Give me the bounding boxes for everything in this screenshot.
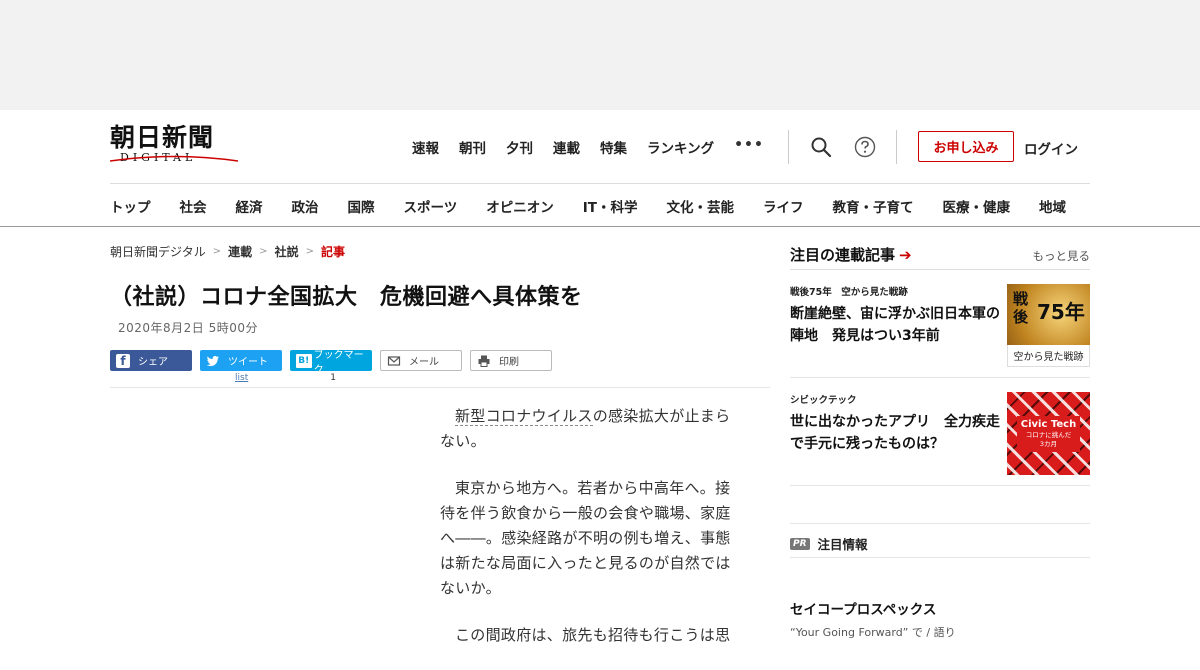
twitter-share-label: ツイート xyxy=(228,357,268,368)
logo-arc-icon xyxy=(110,155,238,162)
hatena-bookmark-button[interactable]: B! ブックマーク xyxy=(290,350,372,376)
divider xyxy=(788,130,789,164)
nav-choukan[interactable]: 朝刊 xyxy=(459,137,486,157)
item-category: 戦後75年 空から見た戦跡 xyxy=(790,287,908,298)
article-body: 新型コロナウイルスの感染拡大が止まらない。 東京から地方へ。若者から中高年へ。接… xyxy=(440,404,745,670)
breadcrumb-separator: > xyxy=(212,246,222,257)
featured-series-header: 注目の連載記事 ➔ もっと見る xyxy=(790,244,1090,270)
cat-life[interactable]: ライフ xyxy=(763,196,804,216)
site-logo[interactable]: 朝日新聞 DIGITAL xyxy=(110,124,240,164)
breadcrumb-current: 記事 xyxy=(320,245,345,259)
breadcrumb-home[interactable]: 朝日新聞デジタル xyxy=(110,243,206,260)
cat-education[interactable]: 教育・子育て xyxy=(832,196,913,216)
cat-health[interactable]: 医療・健康 xyxy=(942,196,1010,216)
cat-culture[interactable]: 文化・芸能 xyxy=(666,196,734,216)
mail-share-button[interactable]: メール xyxy=(380,350,462,371)
facebook-share-button[interactable]: f シェア xyxy=(110,350,192,371)
cat-top[interactable]: トップ xyxy=(110,196,151,216)
item-headline[interactable]: 世に出なかったアプリ 全力疾走で手元に残ったものは？ xyxy=(790,411,1002,455)
logo-subtext: DIGITAL xyxy=(110,152,240,164)
thumb-subtitle: 3カ月 xyxy=(1039,440,1058,448)
category-nav: トップ 社会 経済 政治 国際 スポーツ オピニオン IT・科学 文化・芸能 ラ… xyxy=(0,184,1200,227)
cat-opinion[interactable]: オピニオン xyxy=(486,196,554,216)
pr-section-header: PR 注目情報 xyxy=(790,534,1090,558)
thumb-subtitle: コロナに挑んだ xyxy=(1025,431,1072,439)
printer-icon xyxy=(478,355,490,367)
breadcrumb-separator: > xyxy=(305,246,314,257)
featured-item[interactable]: 戦後75年 空から見た戦跡 断崖絶壁、宙に浮かぶ旧日本軍の陣地 発見はつい3年前… xyxy=(790,270,1090,378)
thumb-caption: 空から見た戦跡 xyxy=(1007,345,1090,367)
nav-sokuho[interactable]: 速報 xyxy=(412,137,439,157)
breadcrumb-shasetsu[interactable]: 社説 xyxy=(275,243,299,260)
hatena-count: 1 xyxy=(330,373,336,383)
cat-it-science[interactable]: IT・科学 xyxy=(583,196,638,216)
share-buttons: f シェア ツイート B! ブックマーク メール 印刷 xyxy=(110,350,770,376)
thumb-kanji: 戦後 xyxy=(1013,290,1029,326)
article-paragraph: 新型コロナウイルスの感染拡大が止まらない。 xyxy=(440,404,745,454)
breadcrumb-rensai[interactable]: 連載 xyxy=(228,243,252,260)
article-main: 朝日新聞デジタル > 連載 > 社説 > 記事 （社説）コロナ全国拡大 危機回避… xyxy=(110,228,770,644)
divider xyxy=(790,486,1090,524)
article-paragraph: この間政府は、旅先も招待も行こうは思 xyxy=(455,626,731,644)
featured-series-title[interactable]: 注目の連載記事 ➔ xyxy=(790,244,912,265)
twitter-count[interactable]: list xyxy=(235,373,248,383)
thumb-number: 75年 xyxy=(1037,300,1085,324)
nav-rensai[interactable]: 連載 xyxy=(553,137,580,157)
thumb-title: Civic Tech xyxy=(1020,419,1077,430)
mail-share-label: メール xyxy=(409,357,439,368)
site-header: 朝日新聞 DIGITAL 速報 朝刊 夕刊 連載 特集 ランキング ••• お申… xyxy=(110,110,1090,184)
top-nav: 速報 朝刊 夕刊 連載 特集 ランキング ••• xyxy=(412,137,764,157)
nav-tokushu[interactable]: 特集 xyxy=(600,137,627,157)
divider xyxy=(110,387,770,388)
share-counts: list 1 xyxy=(110,373,770,383)
breadcrumb: 朝日新聞デジタル > 連載 > 社説 > 記事 xyxy=(110,243,770,260)
more-menu-button[interactable]: ••• xyxy=(734,137,764,157)
mail-icon xyxy=(387,355,401,366)
thumb-label-box: Civic Tech コロナに挑んだ 3カ月 xyxy=(1017,416,1080,452)
nav-ranking[interactable]: ランキング xyxy=(647,137,714,157)
login-link[interactable]: ログイン xyxy=(1024,138,1078,158)
search-icon[interactable] xyxy=(810,136,832,158)
cat-society[interactable]: 社会 xyxy=(180,196,207,216)
pr-badge: PR xyxy=(790,537,810,550)
hatena-bookmark-label: ブックマーク xyxy=(313,349,364,376)
cat-international[interactable]: 国際 xyxy=(348,196,375,216)
advertisement-banner xyxy=(0,0,1200,110)
item-headline[interactable]: 断崖絶壁、宙に浮かぶ旧日本軍の陣地 発見はつい3年前 xyxy=(790,303,1002,347)
print-button[interactable]: 印刷 xyxy=(470,350,552,371)
sidebar: 注目の連載記事 ➔ もっと見る 戦後75年 空から見た戦跡 断崖絶壁、宙に浮かぶ… xyxy=(790,228,1090,640)
facebook-share-label: シェア xyxy=(138,357,168,368)
cat-region[interactable]: 地域 xyxy=(1039,196,1066,216)
article-title: （社説）コロナ全国拡大 危機回避へ具体策を xyxy=(110,285,583,310)
featured-series-heading: 注目の連載記事 xyxy=(790,246,896,264)
more-link[interactable]: もっと見る xyxy=(1033,248,1091,264)
featured-item[interactable]: シビックテック 世に出なかったアプリ 全力疾走で手元に残ったものは？ Civic… xyxy=(790,378,1090,486)
logo-text: 朝日新聞 xyxy=(110,123,215,152)
article-date: 2020年8月2日 5時00分 xyxy=(118,321,259,335)
keyword-link[interactable]: 新型コロナウイルス xyxy=(455,407,593,426)
help-icon[interactable] xyxy=(854,136,876,158)
nav-yukan[interactable]: 夕刊 xyxy=(506,137,533,157)
pr-item-subtitle[interactable]: “Your Going Forward” で / 語り xyxy=(790,624,1090,640)
facebook-icon: f xyxy=(116,353,130,368)
subscribe-button[interactable]: お申し込み xyxy=(918,131,1014,162)
cat-politics[interactable]: 政治 xyxy=(292,196,319,216)
item-thumbnail[interactable]: 戦後 75年 空から見た戦跡 xyxy=(1007,284,1090,367)
arrow-right-icon: ➔ xyxy=(899,245,912,264)
print-label: 印刷 xyxy=(499,357,519,368)
item-category: シビックテック xyxy=(790,395,857,406)
hatena-bookmark-icon: B! xyxy=(296,353,312,368)
twitter-bird-icon xyxy=(206,355,219,366)
pr-label: 注目情報 xyxy=(817,537,868,552)
article-paragraph: 東京から地方へ。若者から中高年へ。接待を伴う飲食から一般の会食や職場、家庭へ――… xyxy=(440,479,731,597)
pr-item-title[interactable]: セイコープロスペックス xyxy=(790,598,1090,618)
breadcrumb-separator: > xyxy=(259,246,268,257)
item-thumbnail[interactable]: Civic Tech コロナに挑んだ 3カ月 xyxy=(1007,392,1090,475)
twitter-share-button[interactable]: ツイート xyxy=(200,350,282,371)
cat-economy[interactable]: 経済 xyxy=(236,196,263,216)
cat-sports[interactable]: スポーツ xyxy=(404,196,458,216)
divider xyxy=(896,130,897,164)
